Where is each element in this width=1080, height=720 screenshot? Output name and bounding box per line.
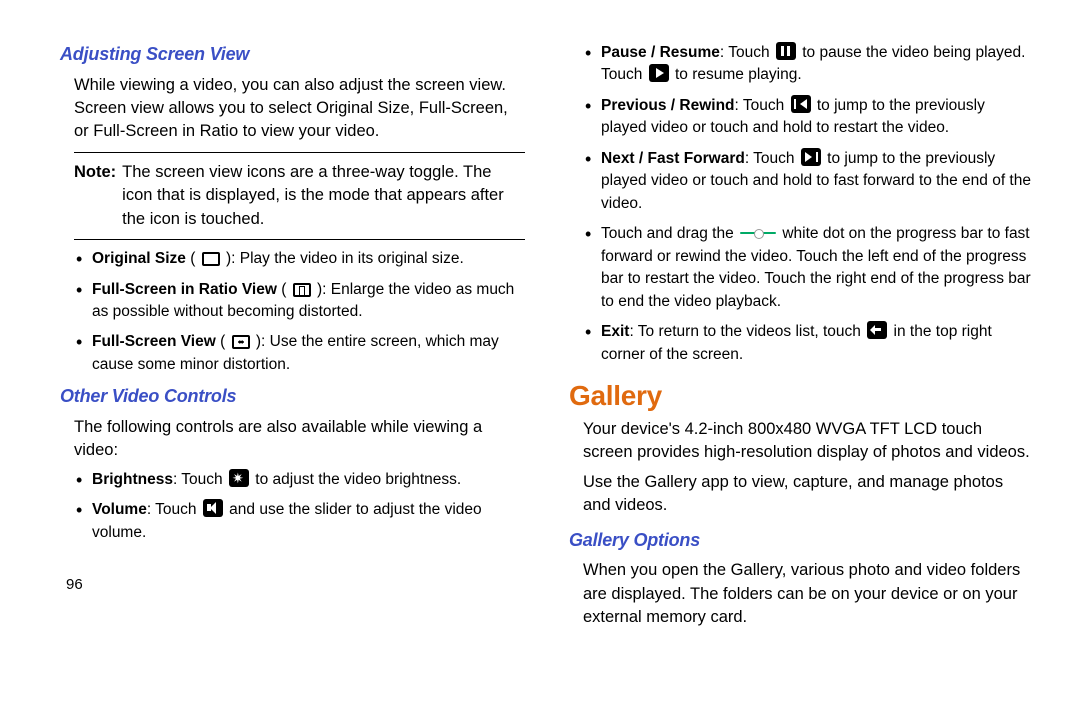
- label-pause-resume: Pause / Resume: [601, 44, 720, 61]
- progress-bar-icon: [740, 226, 776, 240]
- label-volume: Volume: [92, 501, 147, 518]
- para-other-controls: The following controls are also availabl…: [60, 416, 525, 463]
- para-gallery-1: Your device's 4.2-inch 800x480 WVGA TFT …: [569, 418, 1034, 465]
- heading-gallery-options: Gallery Options: [569, 528, 1034, 554]
- page-columns: Adjusting Screen View While viewing a vi…: [60, 42, 1034, 662]
- previous-icon: [791, 95, 811, 113]
- note-label: Note:: [74, 161, 122, 231]
- text-pause-resume: to resume playing.: [671, 66, 802, 83]
- screen-view-list: Original Size ( ): Play the video in its…: [60, 248, 525, 376]
- divider-bottom: [74, 239, 525, 240]
- brightness-icon: [229, 469, 249, 487]
- item-fullscreen-ratio: Full-Screen in Ratio View ( ): Enlarge t…: [74, 279, 525, 324]
- text-original-size: Play the video in its original size.: [240, 250, 464, 267]
- left-column: Adjusting Screen View While viewing a vi…: [60, 42, 525, 662]
- note-body: The screen view icons are a three-way to…: [122, 161, 525, 231]
- label-fullscreen: Full-Screen View: [92, 333, 216, 350]
- para-gallery-2: Use the Gallery app to view, capture, an…: [569, 471, 1034, 518]
- para-screen-view: While viewing a video, you can also adju…: [60, 74, 525, 144]
- para-gallery-options: When you open the Gallery, various photo…: [569, 559, 1034, 629]
- label-fullscreen-ratio: Full-Screen in Ratio View: [92, 281, 277, 298]
- item-previous-rewind: Previous / Rewind: Touch to jump to the …: [583, 95, 1034, 140]
- item-volume: Volume: Touch and use the slider to adju…: [74, 499, 525, 544]
- video-controls-list: Brightness: Touch to adjust the video br…: [60, 469, 525, 544]
- heading-adjusting-screen-view: Adjusting Screen View: [60, 42, 525, 68]
- fullscreen-icon: [232, 335, 250, 349]
- label-original-size: Original Size: [92, 250, 186, 267]
- original-size-icon: [202, 252, 220, 266]
- divider-top: [74, 152, 525, 153]
- playback-list: Pause / Resume: Touch to pause the video…: [569, 42, 1034, 366]
- label-previous-rewind: Previous / Rewind: [601, 97, 735, 114]
- label-exit: Exit: [601, 323, 629, 340]
- right-column: Pause / Resume: Touch to pause the video…: [569, 42, 1034, 662]
- heading-other-video-controls: Other Video Controls: [60, 384, 525, 410]
- fullscreen-ratio-icon: [293, 283, 311, 297]
- item-exit: Exit: To return to the videos list, touc…: [583, 321, 1034, 366]
- page-number: 96: [60, 574, 525, 595]
- pause-icon: [776, 42, 796, 60]
- exit-icon: [867, 321, 887, 339]
- next-icon: [801, 148, 821, 166]
- item-pause-resume: Pause / Resume: Touch to pause the video…: [583, 42, 1034, 87]
- play-icon: [649, 64, 669, 82]
- heading-gallery: Gallery: [569, 376, 1034, 416]
- note-block: Note: The screen view icons are a three-…: [60, 161, 525, 231]
- text-brightness: to adjust the video brightness.: [251, 471, 461, 488]
- label-brightness: Brightness: [92, 471, 173, 488]
- item-original-size: Original Size ( ): Play the video in its…: [74, 248, 525, 270]
- item-next-ff: Next / Fast Forward: Touch to jump to th…: [583, 148, 1034, 215]
- speaker-icon: [203, 499, 223, 517]
- item-fullscreen: Full-Screen View ( ): Use the entire scr…: [74, 331, 525, 376]
- label-next-ff: Next / Fast Forward: [601, 150, 745, 167]
- item-brightness: Brightness: Touch to adjust the video br…: [74, 469, 525, 491]
- item-progress-drag: Touch and drag the white dot on the prog…: [583, 223, 1034, 313]
